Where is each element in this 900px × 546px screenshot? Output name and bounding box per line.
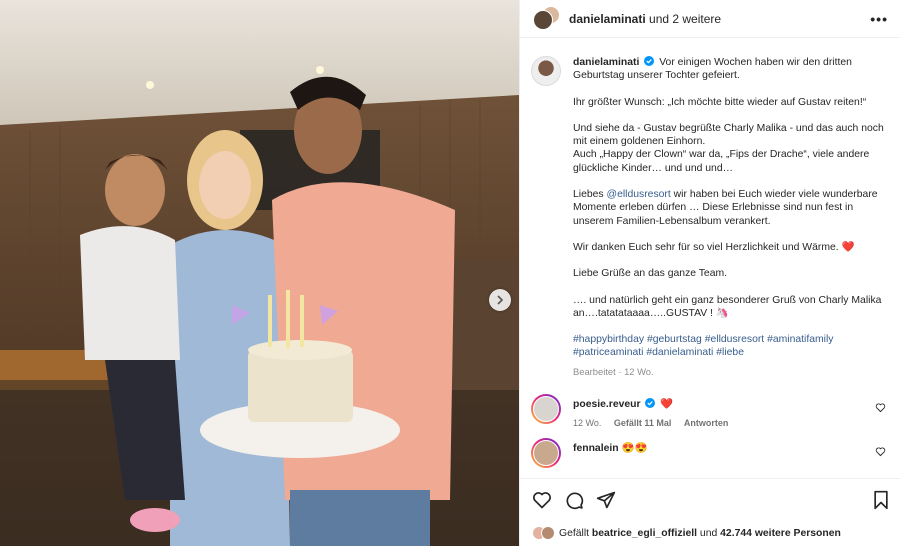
likes-count[interactable]: 42.744 weitere Personen xyxy=(720,528,841,539)
collab-others[interactable]: und 2 weitere xyxy=(649,12,721,26)
liker-avatar xyxy=(541,526,555,540)
share-icon[interactable] xyxy=(596,490,616,510)
bookmark-icon[interactable] xyxy=(872,490,890,510)
caption-body: danielaminati Vor einigen Wochen haben w… xyxy=(573,56,886,378)
comment-avatar-ring[interactable] xyxy=(531,438,561,469)
chevron-right-icon xyxy=(497,295,504,305)
caption-text-3a: Und siehe da - Gustav begrüßte Charly Ma… xyxy=(573,122,884,148)
comment-body: fennalein 😍😍 xyxy=(573,441,875,454)
verified-icon xyxy=(645,398,656,409)
heart-icon[interactable] xyxy=(532,490,552,510)
caption-avatar[interactable] xyxy=(531,56,561,86)
caption-text-3b: Auch „Happy der Clown“ war da, „Fips der… xyxy=(573,149,870,174)
next-photo-button[interactable] xyxy=(489,289,511,311)
comment-username[interactable]: poesie.reveur xyxy=(573,399,641,410)
comment-age: 12 Wo. xyxy=(573,418,602,429)
post-photo[interactable] xyxy=(0,0,519,546)
hashtag-links[interactable]: #happybirthday #geburtstag #elldusresort… xyxy=(573,333,886,360)
comment-text: 😍😍 xyxy=(621,443,648,455)
author-username[interactable]: danielaminati xyxy=(569,12,646,26)
caption-text-7: …. und natürlich geht ein ganz besondere… xyxy=(573,294,882,319)
comment-like-count[interactable]: Gefällt 11 Mal xyxy=(614,418,672,428)
likes-text: Gefällt beatrice_egli_offiziell und 42.7… xyxy=(559,528,841,539)
post-actions-bar xyxy=(520,478,900,520)
likes-mid: und xyxy=(699,527,718,539)
heart-icon[interactable] xyxy=(875,446,886,457)
comment-avatar xyxy=(533,396,559,423)
comment-icon[interactable] xyxy=(564,490,584,510)
comment-reply-button[interactable]: Antworten xyxy=(684,418,729,428)
likes-summary[interactable]: Gefällt beatrice_egli_offiziell und 42.7… xyxy=(520,520,900,546)
post-header-title[interactable]: danielaminati und 2 weitere xyxy=(569,12,721,26)
caption-text-2: Ihr größter Wunsch: „Ich möchte bitte wi… xyxy=(573,96,867,108)
post-side-panel: danielaminati und 2 weitere ••• danielam… xyxy=(519,0,900,546)
comment-username[interactable]: fennalein xyxy=(573,443,619,454)
more-icon[interactable]: ••• xyxy=(870,11,888,27)
collab-avatars[interactable] xyxy=(533,5,560,32)
verified-icon xyxy=(644,56,655,66)
comment-text: ❤️ xyxy=(660,399,674,411)
comment-avatar-ring[interactable] xyxy=(531,394,561,425)
comment-avatar xyxy=(533,440,559,467)
comment-body: poesie.reveur ❤️ 12 Wo. Gefällt 11 Mal A… xyxy=(573,397,875,428)
avatar-author xyxy=(533,9,553,30)
liker-username[interactable]: beatrice_egli_offiziell xyxy=(592,528,697,539)
caption-text-4-pre: Liebes xyxy=(573,189,604,201)
caption-text-5: Wir danken Euch sehr für so viel Herzlic… xyxy=(573,241,855,253)
comment-meta: 12 Wo. Gefällt 11 Mal Antworten xyxy=(573,418,875,428)
heart-icon[interactable] xyxy=(875,402,886,413)
instagram-post-view: danielaminati und 2 weitere ••• danielam… xyxy=(0,0,900,546)
comment-item: poesie.reveur ❤️ 12 Wo. Gefällt 11 Mal A… xyxy=(531,394,886,428)
comments-scroll-area[interactable]: danielaminati Vor einigen Wochen haben w… xyxy=(520,38,900,478)
likes-prefix: Gefällt xyxy=(559,527,590,539)
post-caption: danielaminati Vor einigen Wochen haben w… xyxy=(531,56,886,378)
comment-item: fennalein 😍😍 xyxy=(531,438,886,469)
caption-username[interactable]: danielaminati xyxy=(573,57,639,68)
photo-illustration xyxy=(0,0,519,546)
mention-link[interactable]: @elldusresort xyxy=(607,189,671,200)
caption-edited-time: Bearbeitet · 12 Wo. xyxy=(573,365,654,377)
post-header: danielaminati und 2 weitere ••• xyxy=(520,0,900,38)
caption-text-6: Liebe Grüße an das ganze Team. xyxy=(573,268,728,280)
